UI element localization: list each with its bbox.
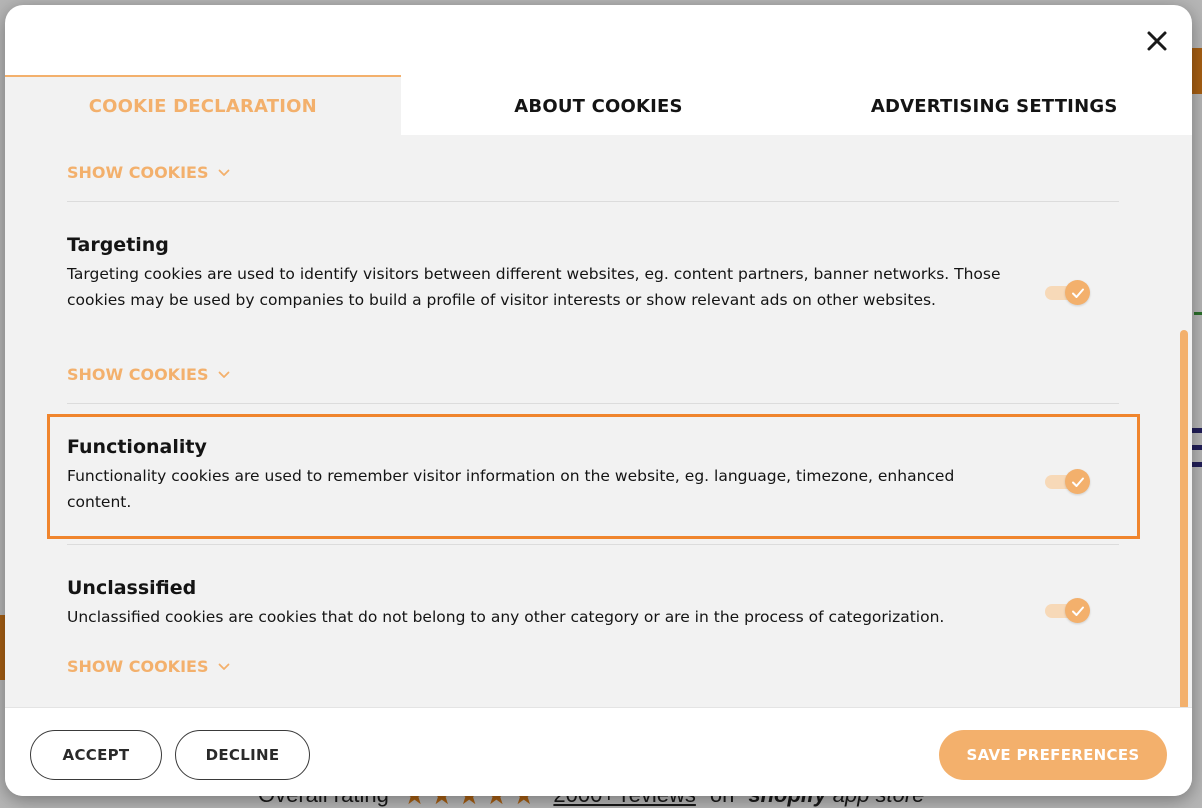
show-cookies-toggle-targeting[interactable]: SHOW COOKIES	[67, 365, 230, 384]
functionality-title: Functionality	[67, 436, 207, 458]
save-preferences-button[interactable]: SAVE PREFERENCES	[939, 730, 1167, 780]
tab-cookie-declaration[interactable]: COOKIE DECLARATION	[5, 75, 401, 135]
show-cookies-toggle-previous[interactable]: SHOW COOKIES	[67, 163, 230, 182]
toggle-knob	[1065, 469, 1090, 494]
section-divider	[67, 403, 1119, 404]
tab-advertising-settings[interactable]: ADVERTISING SETTINGS	[796, 75, 1192, 135]
chevron-down-icon	[219, 663, 230, 670]
checkmark-icon	[1071, 477, 1084, 487]
close-button[interactable]	[1143, 27, 1171, 55]
background-green-mark	[1194, 312, 1202, 315]
toggle-knob	[1065, 280, 1090, 305]
unclassified-title: Unclassified	[67, 577, 197, 599]
targeting-description: Targeting cookies are used to identify v…	[67, 265, 1001, 309]
checkmark-icon	[1071, 606, 1084, 616]
show-cookies-label: SHOW COOKIES	[67, 365, 209, 384]
tab-bar: COOKIE DECLARATION ABOUT COOKIES ADVERTI…	[5, 75, 1192, 135]
cookie-preferences-modal: COOKIE DECLARATION ABOUT COOKIES ADVERTI…	[5, 5, 1192, 796]
accept-button[interactable]: ACCEPT	[30, 730, 162, 780]
chevron-down-icon	[219, 169, 230, 176]
targeting-toggle[interactable]	[1045, 280, 1091, 305]
show-cookies-label: SHOW COOKIES	[67, 657, 209, 676]
modal-footer: ACCEPT DECLINE SAVE PREFERENCES	[5, 707, 1192, 796]
tab-about-cookies[interactable]: ABOUT COOKIES	[401, 75, 797, 135]
checkmark-icon	[1071, 288, 1084, 298]
show-cookies-label: SHOW COOKIES	[67, 163, 209, 182]
toggle-knob	[1065, 598, 1090, 623]
decline-button[interactable]: DECLINE	[175, 730, 310, 780]
functionality-toggle[interactable]	[1045, 469, 1091, 494]
section-divider	[67, 201, 1119, 202]
close-icon	[1147, 31, 1167, 51]
chevron-down-icon	[219, 371, 230, 378]
unclassified-toggle[interactable]	[1045, 598, 1091, 623]
show-cookies-toggle-unclassified[interactable]: SHOW COOKIES	[67, 657, 230, 676]
scrollbar-thumb[interactable]	[1180, 330, 1188, 707]
unclassified-description: Unclassified cookies are cookies that do…	[67, 608, 945, 626]
targeting-title: Targeting	[67, 234, 169, 256]
section-divider	[67, 544, 1119, 545]
functionality-description: Functionality cookies are used to rememb…	[67, 467, 955, 511]
cookie-categories-panel[interactable]: SHOW COOKIES Targeting Targeting cookies…	[5, 135, 1192, 707]
